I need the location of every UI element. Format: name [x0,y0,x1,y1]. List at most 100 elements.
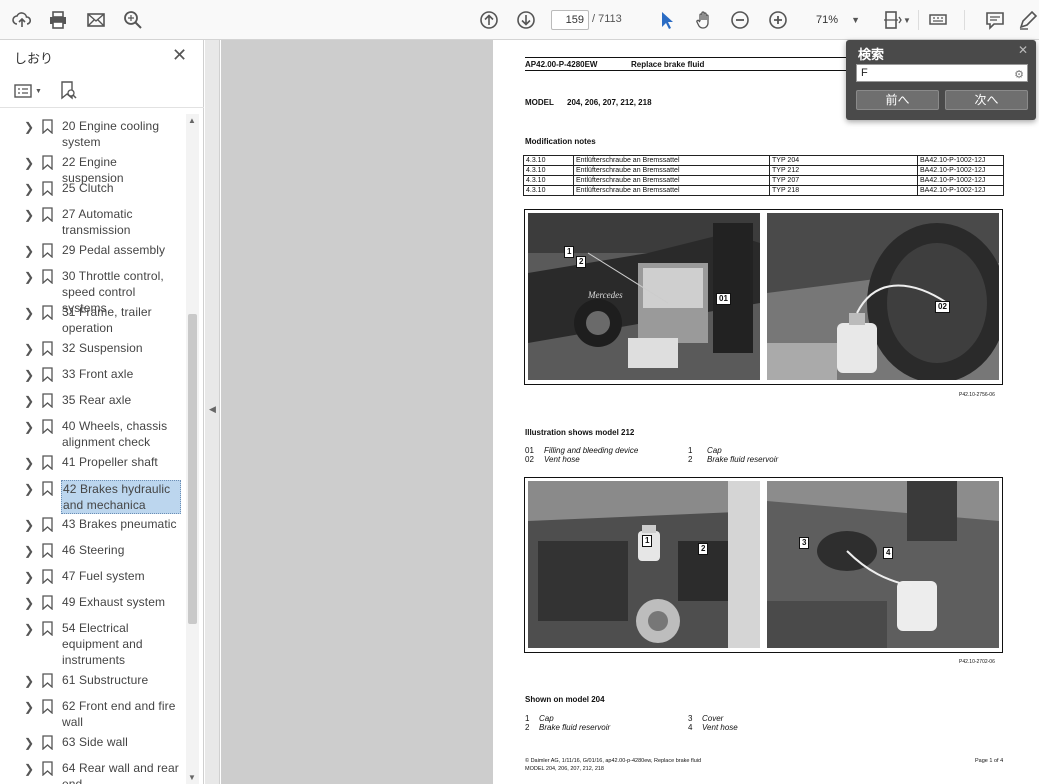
search-icon[interactable] [121,8,145,32]
previous-page-icon[interactable] [477,8,501,32]
find-popup: 検索 ✕ F ⚙ 前へ 次へ [846,40,1036,120]
zoom-select[interactable]: 71% ▼ [806,10,864,30]
panel-collapse-bar[interactable]: ◀ [205,40,220,784]
photo-id: P42.10-2702-06 [959,659,995,665]
scrollbar-thumb[interactable] [188,314,197,624]
fit-page-icon[interactable] [880,8,904,32]
hand-tool-icon[interactable] [692,8,716,32]
find-previous-button[interactable]: 前へ [856,90,939,110]
doc-title: Replace brake fluid [631,60,705,69]
bookmark-label: 62 Front end and fire wall [62,699,176,729]
expand-chevron-icon[interactable]: ❯ [24,596,34,610]
bookmark-label: 20 Engine cooling system [62,119,160,149]
bookmark-label: 31 Frame, trailer operation [62,305,152,335]
expand-chevron-icon[interactable]: ❯ [24,120,34,134]
callout-label: 01 [716,293,731,305]
comment-icon[interactable] [983,8,1007,32]
bookmark-icon [42,543,53,558]
bookmark-icon [42,517,53,532]
bookmark-label: 46 Steering [62,543,125,557]
legend-number: 2 [525,723,530,732]
read-mode-icon[interactable] [926,8,950,32]
legend-number: 1 [688,446,693,455]
find-input[interactable]: F ⚙ [856,64,1028,82]
find-next-button[interactable]: 次へ [945,90,1028,110]
pen-icon[interactable] [1016,8,1039,32]
callout-label: 1 [564,246,575,258]
bookmark-label: 47 Fuel system [62,569,145,583]
expand-chevron-icon[interactable]: ❯ [24,244,34,258]
photo-id: P42.10-2756-06 [959,392,995,398]
panel-title: しおり [14,51,54,66]
expand-chevron-icon[interactable]: ❯ [24,622,34,636]
table-row: 4.3.10 Entlüfterschraube an Bremssattel … [523,185,1004,196]
close-icon[interactable]: ✕ [1018,43,1028,57]
figure-2-caption: Shown on model 204 [525,695,605,704]
figure-1-caption: Illustration shows model 212 [525,428,635,437]
chevron-down-icon: ▼ [35,87,42,95]
expand-chevron-icon[interactable]: ❯ [24,736,34,750]
find-bookmark-button[interactable] [60,80,90,102]
table-row: 4.3.10 Entlüfterschraube an Bremssattel … [523,165,1004,176]
bookmark-icon [42,155,53,170]
table-cell: Entlüfterschraube an Bremssattel [573,175,770,186]
expand-chevron-icon[interactable]: ❯ [24,674,34,688]
reservoir-photo: 1 2 [528,481,760,648]
wheel-bleeding-photo: 02 [767,213,999,380]
table-row: 4.3.10 Entlüfterschraube an Bremssattel … [523,175,1004,186]
close-icon[interactable]: ✕ [172,46,187,64]
expand-chevron-icon[interactable]: ❯ [24,182,34,196]
expand-chevron-icon[interactable]: ❯ [24,518,34,532]
bookmark-icon [42,367,53,382]
bookmark-icon [42,735,53,750]
options-menu-button[interactable]: ▼ [14,80,44,102]
fit-options-caret-icon[interactable]: ▼ [902,8,912,32]
zoom-out-icon[interactable] [728,8,752,32]
bookmark-label: 63 Side wall [62,735,128,749]
expand-chevron-icon[interactable]: ❯ [24,394,34,408]
expand-chevron-icon[interactable]: ❯ [24,208,34,222]
bookmark-label: 27 Automatic transmission [62,207,133,237]
expand-chevron-icon[interactable]: ❯ [24,306,34,320]
zoom-in-icon[interactable] [766,8,790,32]
options-list-icon [14,84,32,98]
legend-number: 02 [525,455,534,464]
model-label: MODEL [525,98,554,107]
bookmark-label: 40 Wheels, chassis alignment check [62,419,168,449]
bookmark-label: 35 Rear axle [62,393,132,407]
expand-chevron-icon[interactable]: ❯ [24,368,34,382]
expand-chevron-icon[interactable]: ❯ [24,270,34,284]
expand-chevron-icon[interactable]: ❯ [24,342,34,356]
gear-icon[interactable]: ⚙ [1014,67,1024,83]
select-cursor-icon[interactable] [655,8,679,32]
bookmark-label: 32 Suspension [62,341,143,355]
bookmark-icon [42,621,53,636]
expand-chevron-icon[interactable]: ❯ [24,420,34,434]
print-icon[interactable] [46,8,70,32]
page-number-input[interactable]: 159 [551,10,589,30]
legend-text: Brake fluid reservoir [707,455,779,464]
legend-number: 3 [688,714,693,723]
email-icon[interactable] [84,8,108,32]
expand-chevron-icon[interactable]: ❯ [24,456,34,470]
legend-text: Cap [707,446,722,455]
collapse-arrow-icon[interactable]: ◀ [209,404,216,415]
svg-text:Mercedes: Mercedes [587,290,623,300]
expand-chevron-icon[interactable]: ❯ [24,700,34,714]
expand-chevron-icon[interactable]: ❯ [24,482,34,496]
bookmark-scrollbar[interactable]: ▲ ▼ [186,114,199,784]
chevron-down-icon: ▼ [851,15,860,25]
expand-chevron-icon[interactable]: ❯ [24,762,34,776]
callout-label: 2 [576,256,587,268]
legend-text: Cover [702,714,724,723]
legend-number: 2 [688,455,693,464]
next-page-icon[interactable] [514,8,538,32]
cloud-upload-icon[interactable] [10,8,34,32]
expand-chevron-icon[interactable]: ❯ [24,544,34,558]
expand-chevron-icon[interactable]: ❯ [24,570,34,584]
expand-chevron-icon[interactable]: ❯ [24,156,34,170]
bookmark-icon [42,207,53,222]
bookmark-icon [42,393,53,408]
scroll-up-icon[interactable]: ▲ [188,116,196,125]
scroll-down-icon[interactable]: ▼ [188,773,196,782]
